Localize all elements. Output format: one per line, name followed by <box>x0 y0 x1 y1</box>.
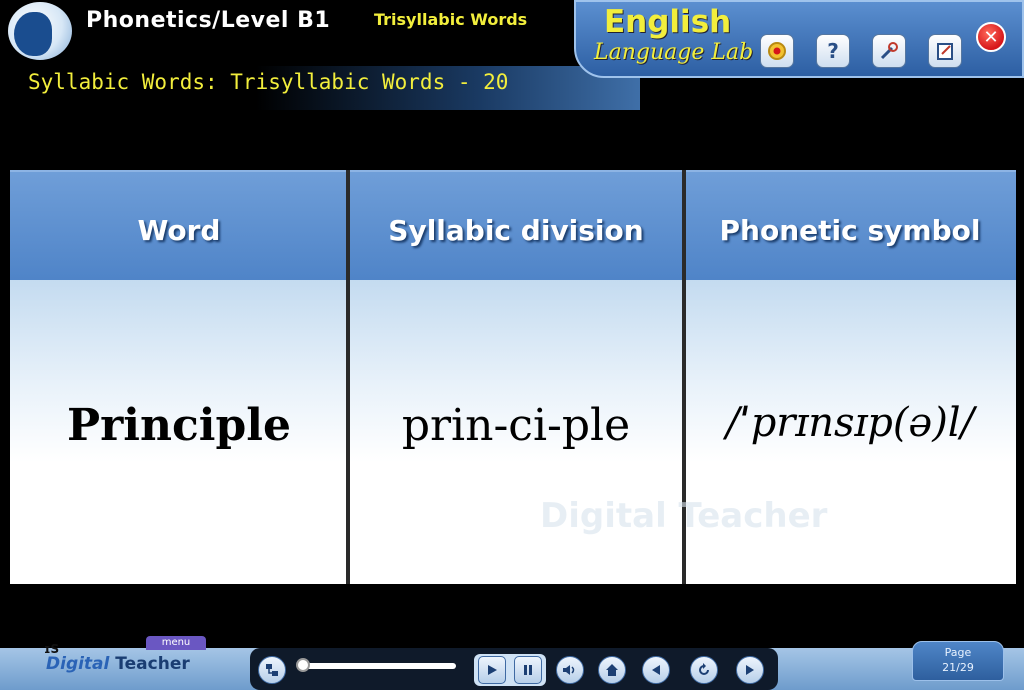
phonetic-symbol-value: /ˈprɪnsɪp(ə)l/ <box>725 400 975 446</box>
logo-prefix: ɪS <box>44 642 60 656</box>
tools-icon <box>880 42 898 60</box>
column-header-phonetic-symbol: Phonetic symbol <box>719 214 981 247</box>
column-header-syllabic-division: Syllabic division <box>388 214 644 247</box>
word-value: Principle <box>67 400 291 451</box>
help-button[interactable]: ? <box>816 34 850 68</box>
brand-english: English <box>604 4 732 40</box>
brand-language-lab: Language Lab <box>594 40 754 65</box>
sitemap-button[interactable] <box>258 656 286 684</box>
pause-button[interactable] <box>514 656 542 684</box>
table-row-cell-phonetic: /ˈprɪnsɪp(ə)l/ <box>684 280 1016 584</box>
speaker-avatar-icon <box>8 2 72 60</box>
play-button[interactable] <box>478 656 506 684</box>
page-title: Phonetics/Level B1 <box>86 8 331 33</box>
notes-icon <box>937 43 953 60</box>
replay-button[interactable] <box>690 656 718 684</box>
header-cell-syllabic: Syllabic division <box>348 170 684 280</box>
page-label: Page <box>944 646 972 659</box>
digital-teacher-logo: ɪS Digital Teacher <box>44 642 190 674</box>
watermark: Digital Teacher <box>540 496 828 536</box>
record-icon <box>768 42 786 60</box>
page-number: 21/29 <box>942 661 974 674</box>
progress-slider[interactable] <box>300 663 456 669</box>
phonetics-table: Word Syllabic division Phonetic symbol P… <box>10 170 1016 584</box>
progress-slider-thumb[interactable] <box>296 658 310 672</box>
settings-button[interactable] <box>872 34 906 68</box>
replay-icon <box>699 663 709 675</box>
column-divider <box>346 170 350 584</box>
table-row-cell-syllabic: prin-ci-ple <box>348 280 684 584</box>
header-cell-phonetic: Phonetic symbol <box>684 170 1016 280</box>
lesson-title: Syllabic Words: Trisyllabic Words - 20 <box>28 70 509 94</box>
help-icon: ? <box>827 39 839 63</box>
play-icon <box>488 665 497 675</box>
back-arrow-icon <box>652 665 660 675</box>
syllabic-division-value: prin-ci-ple <box>401 400 631 451</box>
pause-icon <box>524 665 532 675</box>
sitemap-icon <box>266 664 278 676</box>
next-arrow-icon <box>746 665 754 675</box>
volume-button[interactable] <box>556 656 584 684</box>
table-row-cell-word: Principle <box>10 280 348 584</box>
column-header-word: Word <box>137 214 221 247</box>
logo-digital: Digital <box>46 654 110 674</box>
notes-button[interactable] <box>928 34 962 68</box>
home-icon <box>606 664 618 676</box>
section-subtitle: Trisyllabic Words <box>374 10 528 29</box>
close-icon: ✕ <box>983 26 999 48</box>
page-indicator: Page 21/29 <box>912 641 1004 681</box>
menu-button[interactable]: menu <box>146 636 206 650</box>
previous-button[interactable] <box>642 656 670 684</box>
record-button[interactable] <box>760 34 794 68</box>
logo-teacher: Teacher <box>115 654 190 674</box>
next-button[interactable] <box>736 656 764 684</box>
header-cell-word: Word <box>10 170 348 280</box>
home-button[interactable] <box>598 656 626 684</box>
close-button[interactable]: ✕ <box>976 22 1006 52</box>
volume-icon <box>563 665 575 675</box>
